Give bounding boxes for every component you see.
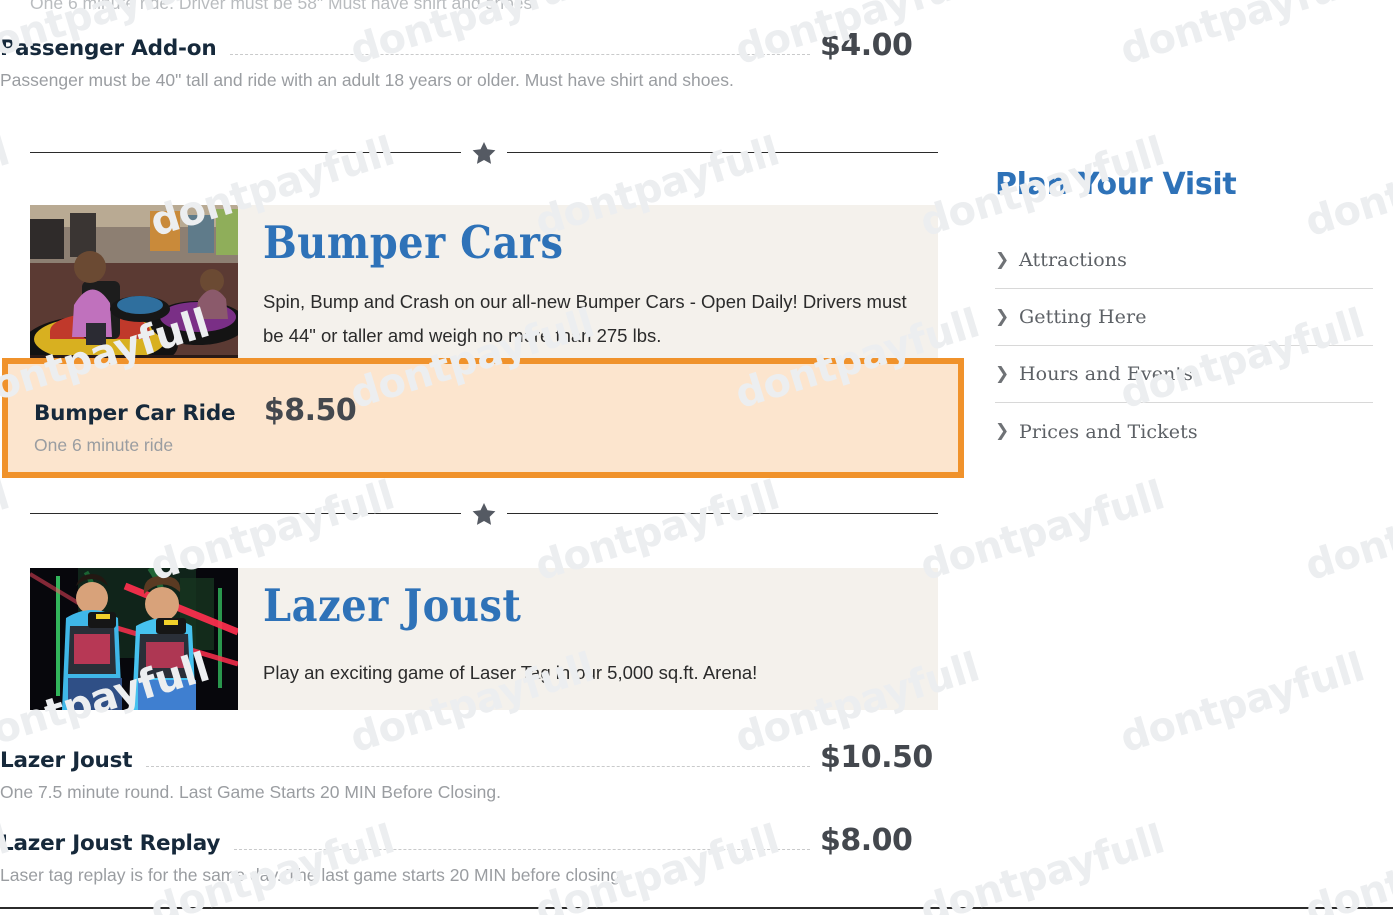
attraction-card-bumper-cars[interactable]: Bumper Cars Spin, Bump and Crash on our … <box>30 205 938 360</box>
price-row-price: $8.00 <box>820 823 913 858</box>
clipped-description-text: One 6 minute ride. Driver must be 58" Mu… <box>30 0 538 13</box>
leader-dots <box>234 848 810 850</box>
price-row-main: Bumper Car Ride $8.50 <box>34 393 952 428</box>
chevron-right-icon: ❯ <box>995 363 1010 384</box>
chevron-right-icon: ❯ <box>995 421 1010 441</box>
attraction-thumbnail-bumper-cars <box>30 205 238 360</box>
chevron-right-icon: ❯ <box>995 306 1010 327</box>
leader-dots <box>146 765 810 767</box>
star-divider <box>30 138 938 168</box>
page-bottom-rule <box>0 907 1393 909</box>
price-row-price: $10.50 <box>820 740 933 775</box>
price-row-description: One 7.5 minute round. Last Game Starts 2… <box>0 782 501 802</box>
sidebar-item-label: Attractions <box>1019 249 1127 271</box>
price-row-name: Lazer Joust Replay <box>0 831 221 856</box>
attraction-body: Bumper Cars Spin, Bump and Crash on our … <box>238 205 938 360</box>
star-icon <box>461 499 507 529</box>
sidebar-item-getting-here[interactable]: ❯ Getting Here <box>995 289 1373 346</box>
price-row-passenger-add-on[interactable]: Passenger Add-on $4.00 Passenger must be… <box>0 28 970 92</box>
leader-dots <box>230 53 810 55</box>
chevron-right-icon: ❯ <box>995 249 1010 270</box>
price-row-main: Passenger Add-on $4.00 <box>0 28 970 63</box>
price-row-name: Lazer Joust <box>0 748 133 773</box>
attraction-description: Spin, Bump and Crash on our all-new Bump… <box>263 291 907 346</box>
star-icon <box>461 138 507 168</box>
price-row-description: Laser tag replay is for the same day. Th… <box>0 865 625 885</box>
price-row-price: $8.50 <box>263 393 357 428</box>
star-divider <box>30 499 938 529</box>
sidebar-title: Plan Your Visit <box>995 167 1237 202</box>
page-root: One 6 minute ride. Driver must be 58" Mu… <box>0 0 1393 915</box>
price-row-name: Passenger Add-on <box>0 36 217 61</box>
attraction-body: Lazer Joust Play an exciting game of Las… <box>238 568 938 710</box>
sidebar-item-label: Hours and Events <box>1019 363 1193 385</box>
price-row-description: One 6 minute ride <box>34 435 174 455</box>
price-row-main: Lazer Joust Replay $8.00 <box>0 823 970 858</box>
attraction-title: Bumper Cars <box>263 216 564 270</box>
sidebar-item-hours-and-events[interactable]: ❯ Hours and Events <box>995 346 1373 403</box>
price-row-name: Bumper Car Ride <box>34 401 236 426</box>
price-row-lazer-joust-replay[interactable]: Lazer Joust Replay $8.00 Laser tag repla… <box>0 823 970 887</box>
highlighted-price-row-bumper-car-ride[interactable]: Bumper Car Ride $8.50 One 6 minute ride <box>2 358 964 478</box>
highlighted-row-inner: Bumper Car Ride $8.50 One 6 minute ride <box>34 393 952 457</box>
price-row-lazer-joust[interactable]: Lazer Joust $10.50 One 7.5 minute round.… <box>0 740 970 804</box>
sidebar-nav-list: ❯ Attractions ❯ Getting Here ❯ Hours and… <box>995 232 1373 460</box>
sidebar-item-label: Prices and Tickets <box>1019 420 1198 443</box>
sidebar-item-prices-and-tickets[interactable]: ❯ Prices and Tickets <box>995 403 1373 460</box>
price-row-description: Passenger must be 40" tall and ride with… <box>0 70 734 90</box>
sidebar-item-label: Getting Here <box>1019 306 1147 328</box>
attraction-description: Play an exciting game of Laser Tag in ou… <box>263 662 758 683</box>
price-row-main: Lazer Joust $10.50 <box>0 740 970 775</box>
price-row-price: $4.00 <box>820 28 913 63</box>
attraction-thumbnail-lazer-joust <box>30 568 238 710</box>
attraction-title: Lazer Joust <box>263 579 522 633</box>
sidebar-item-attractions[interactable]: ❯ Attractions <box>995 232 1373 289</box>
attraction-card-lazer-joust[interactable]: Lazer Joust Play an exciting game of Las… <box>30 568 938 710</box>
